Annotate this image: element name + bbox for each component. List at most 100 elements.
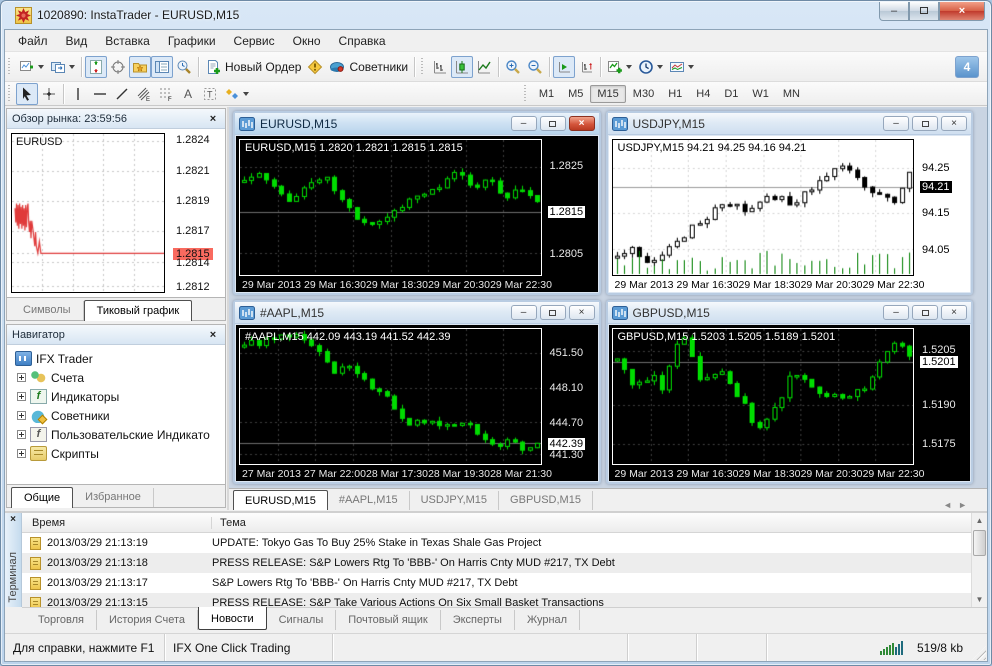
chart-restore-button[interactable]: [539, 305, 566, 320]
timeframe-button[interactable]: M5: [561, 85, 590, 103]
news-row[interactable]: 2013/03/29 21:13:18 PRESS RELEASE: S&P L…: [22, 553, 971, 573]
chart-body[interactable]: #AAPL,M15 442.09 443.19 441.52 442.39 45…: [236, 325, 598, 481]
menu-item[interactable]: Графики: [159, 31, 225, 51]
zoom-in-button[interactable]: [502, 56, 524, 78]
market-watch-close-icon[interactable]: ×: [206, 113, 220, 125]
terminal-tab[interactable]: История Счета: [97, 610, 199, 630]
templates-button[interactable]: [666, 56, 697, 78]
chart-restore-button[interactable]: [539, 116, 566, 131]
market-watch-header[interactable]: Обзор рынка: 23:59:56 ×: [7, 109, 225, 129]
chart-tab[interactable]: EURUSD,M15: [233, 490, 328, 510]
channel-tool-button[interactable]: E: [133, 83, 155, 105]
chart-shift-button[interactable]: [575, 56, 597, 78]
candlestick-chart-button[interactable]: [451, 55, 474, 78]
timeframe-button[interactable]: W1: [745, 85, 776, 103]
tick-chart[interactable]: EURUSD 1.2824 1.2821 1.2819 1.2817 1.2815 1.2…: [9, 131, 223, 295]
navigator-tab[interactable]: Избранное: [73, 488, 154, 507]
horizontal-line-tool-button[interactable]: [89, 83, 111, 105]
scrollbar-thumb[interactable]: [973, 530, 986, 556]
chart-plot[interactable]: #AAPL,M15 442.09 443.19 441.52 442.39: [239, 328, 542, 465]
navigator-toggle-button[interactable]: [151, 55, 173, 78]
menu-item[interactable]: Вставка: [96, 31, 159, 51]
tree-item[interactable]: IFX Trader: [9, 349, 223, 368]
status-trading-mode[interactable]: IFX One Click Trading: [165, 634, 333, 661]
menu-item[interactable]: Справка: [330, 31, 395, 51]
chart-close-button[interactable]: ×: [941, 116, 967, 131]
chart-minimize-button[interactable]: –: [883, 305, 909, 320]
new-chart-button[interactable]: [16, 56, 47, 78]
terminal-tab[interactable]: Почтовый ящик: [336, 610, 441, 630]
favorites-button[interactable]: [129, 55, 151, 78]
tree-expander-icon[interactable]: [17, 411, 26, 420]
crosshair-tool-button[interactable]: [38, 83, 60, 105]
menu-item[interactable]: Окно: [284, 31, 330, 51]
timeframe-button[interactable]: H4: [689, 85, 717, 103]
profiles-button[interactable]: [47, 56, 78, 78]
scroll-up-icon[interactable]: ▲: [973, 513, 986, 528]
tree-expander-icon[interactable]: [17, 430, 26, 439]
terminal-tab[interactable]: Журнал: [515, 610, 581, 630]
label-tool-button[interactable]: T: [199, 83, 221, 105]
tab-scroll-left-icon[interactable]: ◄: [943, 500, 958, 510]
tree-expander-icon[interactable]: [17, 449, 26, 458]
expert-advisors-button[interactable]: Советники: [326, 56, 411, 78]
data-window-button[interactable]: [107, 56, 129, 78]
tree-item[interactable]: Индикаторы: [9, 387, 223, 406]
window-minimize-button[interactable]: –: [879, 1, 909, 21]
auto-scroll-button[interactable]: [553, 55, 576, 78]
chart-restore-button[interactable]: [912, 116, 938, 131]
menu-item[interactable]: Вид: [57, 31, 97, 51]
chart-window-titlebar[interactable]: USDJPY,M15 – ×: [607, 113, 971, 135]
chart-minimize-button[interactable]: –: [510, 116, 537, 131]
chart-window-titlebar[interactable]: GBPUSD,M15 – ×: [607, 302, 971, 324]
market-watch-toggle-button[interactable]: [85, 55, 107, 78]
scroll-down-icon[interactable]: ▼: [973, 592, 986, 607]
window-maximize-button[interactable]: [909, 1, 939, 21]
chart-tab[interactable]: #AAPL,M15: [328, 491, 410, 510]
tree-expander-icon[interactable]: [17, 373, 26, 382]
periods-button[interactable]: [635, 56, 666, 78]
news-row[interactable]: 2013/03/29 21:13:17 S&P Lowers Rtg To 'B…: [22, 573, 971, 593]
strategy-tester-button[interactable]: [173, 56, 195, 78]
cursor-tool-button[interactable]: [16, 82, 38, 105]
chart-body[interactable]: EURUSD,M15 1.2820 1.2821 1.2815 1.2815 1…: [236, 136, 598, 292]
news-column-topic[interactable]: Тема: [212, 517, 971, 529]
menu-item[interactable]: Файл: [9, 31, 57, 51]
timeframe-button[interactable]: M1: [532, 85, 561, 103]
timeframe-button[interactable]: D1: [717, 85, 745, 103]
news-row[interactable]: 2013/03/29 21:13:15 PRESS RELEASE: S&P T…: [22, 593, 971, 607]
chart-plot[interactable]: EURUSD,M15 1.2820 1.2821 1.2815 1.2815: [239, 139, 542, 276]
market-watch-tab[interactable]: Тиковый график: [83, 300, 193, 321]
terminal-close-icon[interactable]: ×: [5, 514, 21, 525]
chart-body[interactable]: GBPUSD,M15 1.5203 1.5205 1.5189 1.5201 1…: [608, 325, 970, 481]
news-scrollbar[interactable]: ▲ ▼: [971, 513, 987, 607]
news-row[interactable]: 2013/03/29 21:13:19 UPDATE: Tokyo Gas To…: [22, 533, 971, 553]
fibonacci-tool-button[interactable]: F: [155, 83, 177, 105]
timeframe-button[interactable]: H1: [661, 85, 689, 103]
notification-badge[interactable]: 4: [955, 55, 979, 78]
terminal-tab[interactable]: Эксперты: [441, 610, 515, 630]
chart-tab[interactable]: GBPUSD,M15: [499, 491, 593, 510]
tree-item[interactable]: Пользовательские Индикато: [9, 425, 223, 444]
text-tool-button[interactable]: A: [177, 83, 199, 105]
tree-item[interactable]: Счета: [9, 368, 223, 387]
tree-item[interactable]: Скрипты: [9, 444, 223, 463]
chart-body[interactable]: USDJPY,M15 94.21 94.25 94.16 94.21 94.25…: [608, 136, 970, 292]
chart-minimize-button[interactable]: –: [883, 116, 909, 131]
timeframe-button[interactable]: M15: [590, 84, 626, 103]
alert-button[interactable]: [304, 56, 326, 78]
title-bar[interactable]: 1020890: InstaTrader - EURUSD,M15 – ×: [1, 1, 991, 29]
tree-item[interactable]: Советники: [9, 406, 223, 425]
shapes-tool-button[interactable]: [221, 83, 252, 105]
terminal-tab[interactable]: Торговля: [26, 610, 97, 630]
chart-window-titlebar[interactable]: EURUSD,M15 – ×: [235, 113, 599, 135]
navigator-close-icon[interactable]: ×: [206, 329, 220, 341]
vertical-line-tool-button[interactable]: [67, 83, 89, 105]
new-order-button[interactable]: Новый Ордер: [202, 56, 304, 78]
terminal-tab[interactable]: Сигналы: [267, 610, 337, 630]
chart-window[interactable]: GBPUSD,M15 – × GBPUSD,M15 1.5203 1.5205 …: [605, 300, 973, 484]
timeframe-button[interactable]: M30: [626, 85, 661, 103]
navigator-tab[interactable]: Общие: [11, 487, 74, 508]
trendline-tool-button[interactable]: [111, 83, 133, 105]
chart-close-button[interactable]: ×: [941, 305, 967, 320]
